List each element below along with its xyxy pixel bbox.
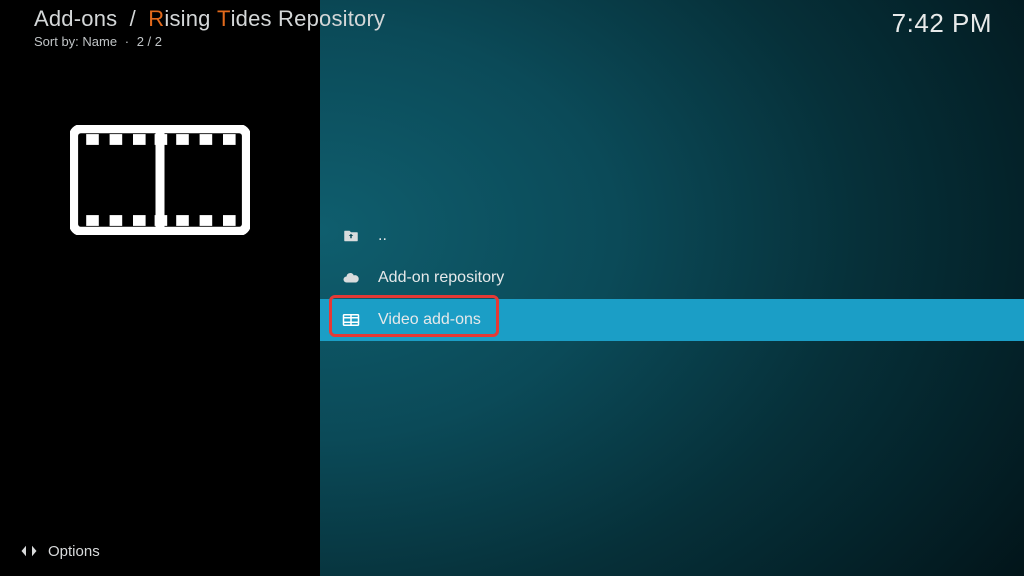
list-item-parent[interactable]: .. [320, 215, 1024, 257]
options-label: Options [48, 543, 100, 560]
list-item-addon-repository[interactable]: Add-on repository [320, 257, 1024, 299]
breadcrumb-current: Rising Tides Repository [148, 6, 385, 31]
list-item-label: Add-on repository [378, 269, 504, 287]
filmstrip-icon [70, 125, 250, 235]
breadcrumb[interactable]: Add-ons / Rising Tides Repository [34, 6, 385, 32]
sort-count: 2 / 2 [137, 34, 162, 49]
options-button[interactable]: Options [20, 542, 100, 560]
clock: 7:42 PM [892, 8, 992, 39]
list-item-video-addons[interactable]: Video add-ons [320, 299, 1024, 341]
list-item-label: .. [378, 227, 387, 245]
sort-indicator[interactable]: Sort by: Name · 2 / 2 [34, 34, 162, 49]
cloud-icon [342, 269, 360, 287]
sort-value: Name [82, 34, 117, 49]
sidebar [0, 0, 320, 576]
film-icon [342, 311, 360, 329]
list-item-label: Video add-ons [378, 311, 481, 329]
dot-separator: · [125, 34, 129, 49]
sort-label: Sort by: [34, 34, 79, 49]
addon-list: .. Add-on repository Video add-ons [320, 215, 1024, 341]
breadcrumb-root[interactable]: Add-ons [34, 6, 117, 31]
breadcrumb-separator: / [130, 6, 136, 31]
options-icon [20, 542, 38, 560]
folder-up-icon [342, 227, 360, 245]
